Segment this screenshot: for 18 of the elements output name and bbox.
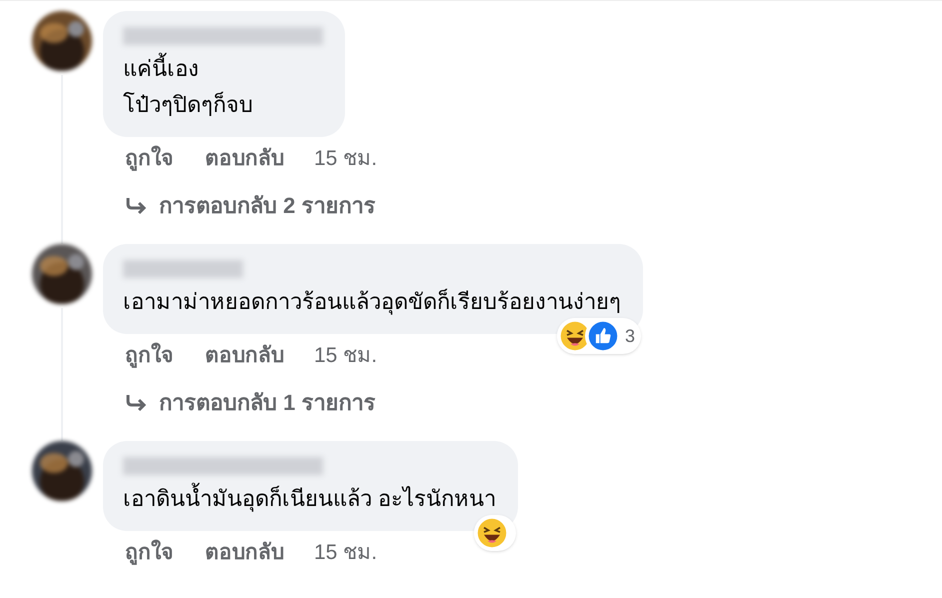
view-replies-link[interactable]: การตอบกลับ 2 รายการ [103, 189, 378, 222]
comment-text: โป๋วๆปิดๆก็จบ [123, 90, 254, 119]
timestamp: 15 ชม. [314, 146, 378, 172]
comment-action-link[interactable]: ตอบกลับ [205, 340, 284, 372]
comment-action-link[interactable]: ถูกใจ [125, 340, 173, 372]
timestamp: 15 ชม. [314, 540, 378, 566]
reply-arrow-icon [125, 392, 147, 412]
view-replies-link[interactable]: การตอบกลับ 1 รายการ [103, 386, 643, 419]
comment-action-link[interactable]: ถูกใจ [125, 537, 173, 569]
comment-text: แค่นี้เอง [123, 51, 323, 87]
comment-action-link[interactable]: ตอบกลับ [205, 143, 284, 175]
comment-text: เอามาม่าหยอดกาวร้อนแล้วอุดขัดก็เรียบร้อยงานง่ายๆ [123, 288, 621, 317]
reply-arrow-icon [125, 196, 147, 216]
reaction-count: 3 [624, 324, 635, 348]
comment-action-link[interactable]: ตอบกลับ [205, 537, 284, 569]
comment-text: เอาดินน้ำมันอุดก็เนียนแล้ว อะไรนักหนา [123, 481, 496, 517]
timestamp: 15 ชม. [314, 343, 378, 370]
comment-action-link[interactable]: ถูกใจ [125, 143, 173, 175]
